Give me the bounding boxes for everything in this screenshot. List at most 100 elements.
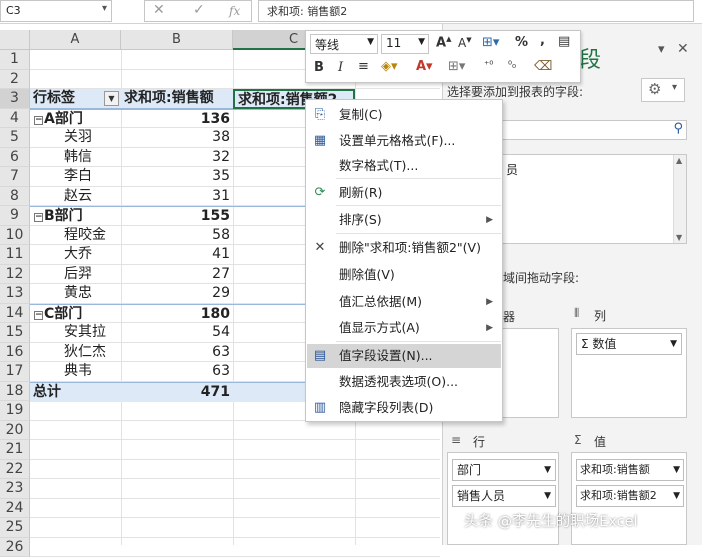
menu-item[interactable]: ▤值字段设置(N)... (307, 344, 501, 368)
pivot-item-row[interactable]: 大乔 (30, 245, 121, 265)
format-painter-grid-icon[interactable]: ▤ (558, 34, 570, 49)
insert-function-icon[interactable]: fx (229, 4, 240, 18)
enter-check-icon[interactable]: ✓ (193, 2, 205, 18)
menu-item[interactable]: 数据透视表选项(O)... (307, 370, 501, 394)
menu-item[interactable]: 值显示方式(A)▶ (307, 316, 501, 340)
row-header[interactable]: 14 (0, 304, 30, 324)
pivot-row-labels-header[interactable]: 行标签 ▼ (30, 89, 121, 109)
rows-field-chip[interactable]: 部门 ▼ (452, 459, 556, 481)
row-header[interactable]: 20 (0, 421, 30, 441)
values-field-chip[interactable]: 求和项:销售额2 ▼ (576, 485, 684, 507)
comma-style-icon[interactable]: , (540, 33, 545, 48)
scroll-up-icon[interactable]: ▲ (676, 156, 682, 165)
pivot-value-header-1[interactable]: 求和项:销售额 (121, 89, 233, 109)
pivot-item-row[interactable]: 韩信 (30, 148, 121, 168)
pivot-value-cell[interactable]: 54 (121, 323, 233, 343)
pivot-value-cell[interactable]: 63 (121, 343, 233, 363)
filter-dropdown-icon[interactable]: ▼ (104, 91, 119, 106)
field-item[interactable]: 员 (506, 161, 518, 178)
pivot-value-cell[interactable]: 35 (121, 167, 233, 187)
row-header[interactable]: 19 (0, 401, 30, 421)
row-header[interactable]: 7 (0, 167, 30, 187)
chevron-down-icon[interactable]: ▼ (670, 334, 677, 354)
row-header[interactable]: 18 (0, 382, 30, 402)
pivot-value-cell[interactable]: 38 (121, 128, 233, 148)
font-color-icon[interactable]: A▾ (416, 59, 433, 74)
menu-item[interactable]: ▦设置单元格格式(F)... (307, 129, 501, 153)
pivot-grand-total-value[interactable]: 471 (121, 382, 233, 402)
row-header[interactable]: 1 (0, 50, 30, 70)
pivot-item-row[interactable]: 黄忠 (30, 284, 121, 304)
columns-area[interactable]: Σ 数值 ▼ (571, 328, 687, 418)
pivot-value-cell[interactable]: 155 (121, 206, 233, 226)
menu-item[interactable]: ✕删除"求和项:销售额2"(V) (307, 236, 501, 260)
increase-decimal-icon[interactable]: ⁺⁰ (484, 60, 493, 71)
menu-item[interactable]: 排序(S)▶ (307, 208, 501, 232)
row-header[interactable]: 2 (0, 70, 30, 90)
pivot-item-row[interactable]: 安其拉 (30, 323, 121, 343)
pivot-item-row[interactable]: 关羽 (30, 128, 121, 148)
formula-input[interactable]: 求和项: 销售额2 (258, 0, 694, 22)
row-header[interactable]: 17 (0, 362, 30, 382)
menu-item[interactable]: ▥隐藏字段列表(D) (307, 396, 501, 420)
chevron-down-icon[interactable]: ▼ (673, 486, 680, 506)
row-header[interactable]: 10 (0, 226, 30, 246)
column-header-b[interactable]: B (121, 30, 233, 50)
chevron-down-icon[interactable]: ▼ (544, 460, 551, 480)
pivot-item-row[interactable]: 后羿 (30, 265, 121, 285)
row-header[interactable]: 26 (0, 538, 30, 557)
row-header[interactable]: 11 (0, 245, 30, 265)
bold-icon[interactable]: B (314, 60, 324, 75)
pivot-grand-total-label[interactable]: 总计 (30, 382, 121, 402)
pivot-item-row[interactable]: 典韦 (30, 362, 121, 382)
menu-item[interactable]: 值汇总依据(M)▶ (307, 290, 501, 314)
chevron-down-icon[interactable]: ▼ (673, 460, 680, 480)
pivot-item-row[interactable]: 李白 (30, 167, 121, 187)
borders-icon[interactable]: ⊞▾ (448, 59, 465, 74)
row-header[interactable]: 9 (0, 206, 30, 226)
clear-format-icon[interactable]: ⌫ (534, 59, 552, 74)
pivot-value-cell[interactable]: 32 (121, 148, 233, 168)
collapse-minus-icon[interactable]: − (34, 311, 43, 320)
pivot-group-row[interactable]: −C部门 (30, 304, 121, 324)
row-header[interactable]: 15 (0, 323, 30, 343)
pivot-value-cell[interactable]: 136 (121, 109, 233, 129)
row-header[interactable]: 25 (0, 518, 30, 538)
decrease-font-icon[interactable]: A▼ (458, 36, 472, 50)
cancel-icon[interactable]: ✕ (153, 2, 165, 18)
decrease-decimal-icon[interactable]: ⁰₀ (508, 60, 516, 71)
row-header[interactable]: 8 (0, 187, 30, 207)
italic-icon[interactable]: I (338, 60, 343, 75)
pivot-value-cell[interactable]: 29 (121, 284, 233, 304)
menu-item[interactable]: 数字格式(T)... (307, 154, 501, 178)
row-header[interactable]: 3 (0, 89, 30, 109)
fill-color-icon[interactable]: ◈▾ (381, 59, 398, 74)
collapse-minus-icon[interactable]: − (34, 116, 43, 125)
tools-button[interactable]: ⚙ ▾ (641, 78, 685, 102)
align-center-icon[interactable]: ≡ (358, 59, 369, 74)
increase-font-icon[interactable]: A▲ (436, 35, 451, 50)
pivot-value-cell[interactable]: 180 (121, 304, 233, 324)
row-header[interactable]: 21 (0, 440, 30, 460)
font-size-select[interactable]: 11 ▼ (381, 34, 429, 54)
pivot-value-cell[interactable]: 31 (121, 187, 233, 207)
row-header[interactable]: 12 (0, 265, 30, 285)
pivot-item-row[interactable]: 赵云 (30, 187, 121, 207)
font-name-select[interactable]: 等线 ▼ (310, 34, 378, 54)
row-header[interactable]: 23 (0, 479, 30, 499)
scrollbar[interactable]: ▲ ▼ (673, 155, 686, 243)
scroll-down-icon[interactable]: ▼ (676, 233, 682, 242)
row-header[interactable]: 22 (0, 460, 30, 480)
columns-field-chip[interactable]: Σ 数值 ▼ (576, 333, 682, 355)
pivot-group-row[interactable]: −B部门 (30, 206, 121, 226)
percent-style-icon[interactable]: % (515, 35, 528, 50)
pivot-group-row[interactable]: −A部门 (30, 109, 121, 129)
close-icon[interactable]: ✕ (677, 41, 689, 57)
values-area[interactable]: 求和项:销售额 ▼ 求和项:销售额2 ▼ (571, 452, 687, 545)
row-header[interactable]: 24 (0, 499, 30, 519)
accounting-format-icon[interactable]: ⊞▾ (482, 35, 499, 50)
chevron-down-icon[interactable]: ▼ (544, 486, 551, 506)
collapse-minus-icon[interactable]: − (34, 213, 43, 222)
row-header[interactable]: 13 (0, 284, 30, 304)
menu-item[interactable]: ⟳刷新(R) (307, 181, 501, 205)
